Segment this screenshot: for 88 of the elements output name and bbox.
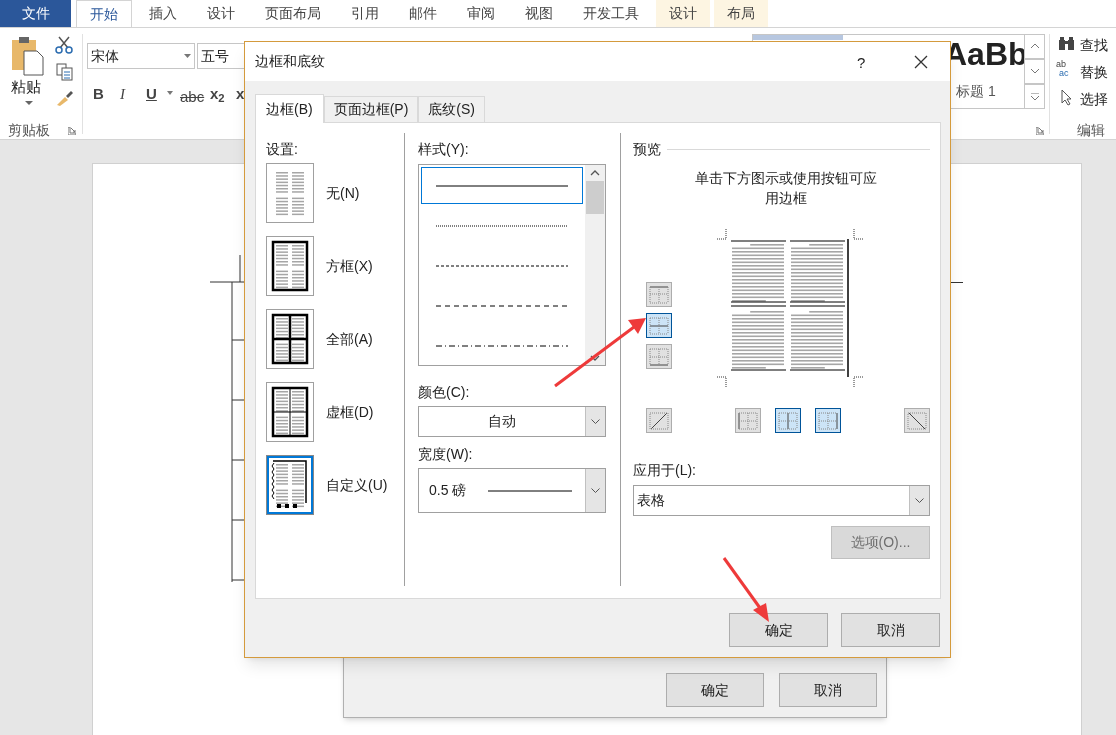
color-dropdown[interactable]: 自动 [418,406,606,437]
setting-option[interactable] [266,236,314,296]
format-button[interactable]: x [236,83,245,106]
field-label: 样式(Y): [418,140,470,159]
replace-icon-text: ab [1056,60,1067,69]
dialog-tab[interactable]: 边框(B) [255,94,324,123]
chevron-down-icon[interactable] [915,498,924,503]
more-icon [1029,92,1040,101]
scrollbar[interactable] [585,165,605,365]
scrollbar-thumb[interactable] [586,181,604,214]
style-name: 标题 1 [956,82,996,101]
line-sample-icon [436,264,568,267]
line-sample-icon [436,224,568,227]
option-label[interactable]: 虚框(D) [326,401,374,423]
option-label[interactable]: 无(N) [326,182,360,204]
chevron-up-icon[interactable] [590,170,600,176]
group-label: 编辑 [1077,121,1105,140]
format-button[interactable]: U [146,83,157,106]
replace-button[interactable]: 替换 [1080,62,1108,83]
close-icon[interactable] [914,55,928,69]
option-label[interactable]: 方框(X) [326,255,373,277]
chevron-down-icon[interactable] [591,419,600,424]
cursor-icon[interactable] [1061,89,1072,106]
chevron-down-icon [1029,67,1040,76]
border-toggle-button[interactable] [646,408,672,433]
paste-button[interactable]: 粘贴 [11,76,41,99]
setting-option[interactable] [266,455,314,515]
line-style-list[interactable] [418,164,606,366]
group-label: 剪贴板 [8,121,50,140]
section-title: 预览 [633,139,661,159]
border-toggle-button[interactable] [904,408,930,433]
scissors-icon[interactable] [55,36,73,54]
field-label: 颜色(C): [418,383,471,402]
caret-icon[interactable] [167,91,173,95]
launcher-icon[interactable] [1036,127,1044,135]
ribbon-tab[interactable]: 设计 [656,0,710,27]
dialog-button[interactable]: 取消 [841,613,940,647]
binoculars-icon[interactable] [1058,36,1075,51]
preview-hint: 单击下方图示或使用按钮可应用边框 [693,169,878,208]
copy-icon[interactable] [56,63,73,81]
format-button[interactable]: x$_{2}$ [210,83,225,106]
dialog-tab[interactable]: 页面边框(P) [323,96,419,122]
field-label: 设置: [266,140,299,159]
border-toggle-button[interactable] [775,408,801,433]
format-button[interactable]: abc [180,86,205,109]
field-label: 应用于(L): [633,461,697,480]
option-label[interactable]: 全部(A) [326,328,373,350]
chevron-up-icon [1029,42,1040,51]
line-style-option[interactable] [421,167,583,204]
setting-option[interactable] [266,382,314,442]
dialog-button[interactable]: 确定 [666,673,764,707]
chevron-down-icon[interactable] [590,355,600,361]
brush-icon[interactable] [56,90,74,106]
replace-icon-text: ac [1058,69,1069,78]
launcher-icon[interactable] [68,127,76,135]
file-tab[interactable]: 文件 [0,0,71,27]
format-button[interactable]: B [93,83,104,106]
format-button[interactable]: I [120,83,125,106]
paste-icon[interactable] [11,36,45,76]
preview-drawing[interactable] [716,228,864,388]
border-toggle-button[interactable] [735,408,761,433]
dialog-button[interactable]: 确定 [729,613,828,647]
annotation-arrow [722,557,769,622]
option-label[interactable]: 自定义(U) [326,474,388,496]
border-toggle-button[interactable] [646,313,672,338]
border-toggle-button[interactable] [646,282,672,307]
line-sample-icon [436,344,568,347]
caret-icon[interactable] [184,54,191,58]
setting-option[interactable] [266,309,314,369]
line-sample-icon [436,304,568,307]
field-label: 宽度(W): [418,445,474,464]
font-name-field[interactable]: 宋体 [87,43,195,69]
chevron-down-icon[interactable] [591,488,600,493]
find-button[interactable]: 查找 [1080,35,1108,56]
width-dropdown[interactable]: 0.5 磅 [418,468,606,513]
border-toggle-button[interactable] [646,344,672,369]
ribbon-tab[interactable]: 开始 [76,0,132,27]
ribbon-tab[interactable]: 布局 [714,0,768,27]
select-button[interactable]: 选择 [1080,89,1108,110]
dialog-title: 边框和底纹 [255,52,325,71]
apply-to-dropdown[interactable]: 表格 [633,485,930,516]
dialog-button[interactable]: 取消 [779,673,877,707]
line-sample-icon [488,489,573,492]
help-button[interactable]: ? [857,52,866,75]
caret-icon[interactable] [25,101,33,106]
dialog-tab[interactable]: 底纹(S) [418,96,485,122]
line-sample-icon [436,184,568,187]
border-toggle-button[interactable] [815,408,841,433]
